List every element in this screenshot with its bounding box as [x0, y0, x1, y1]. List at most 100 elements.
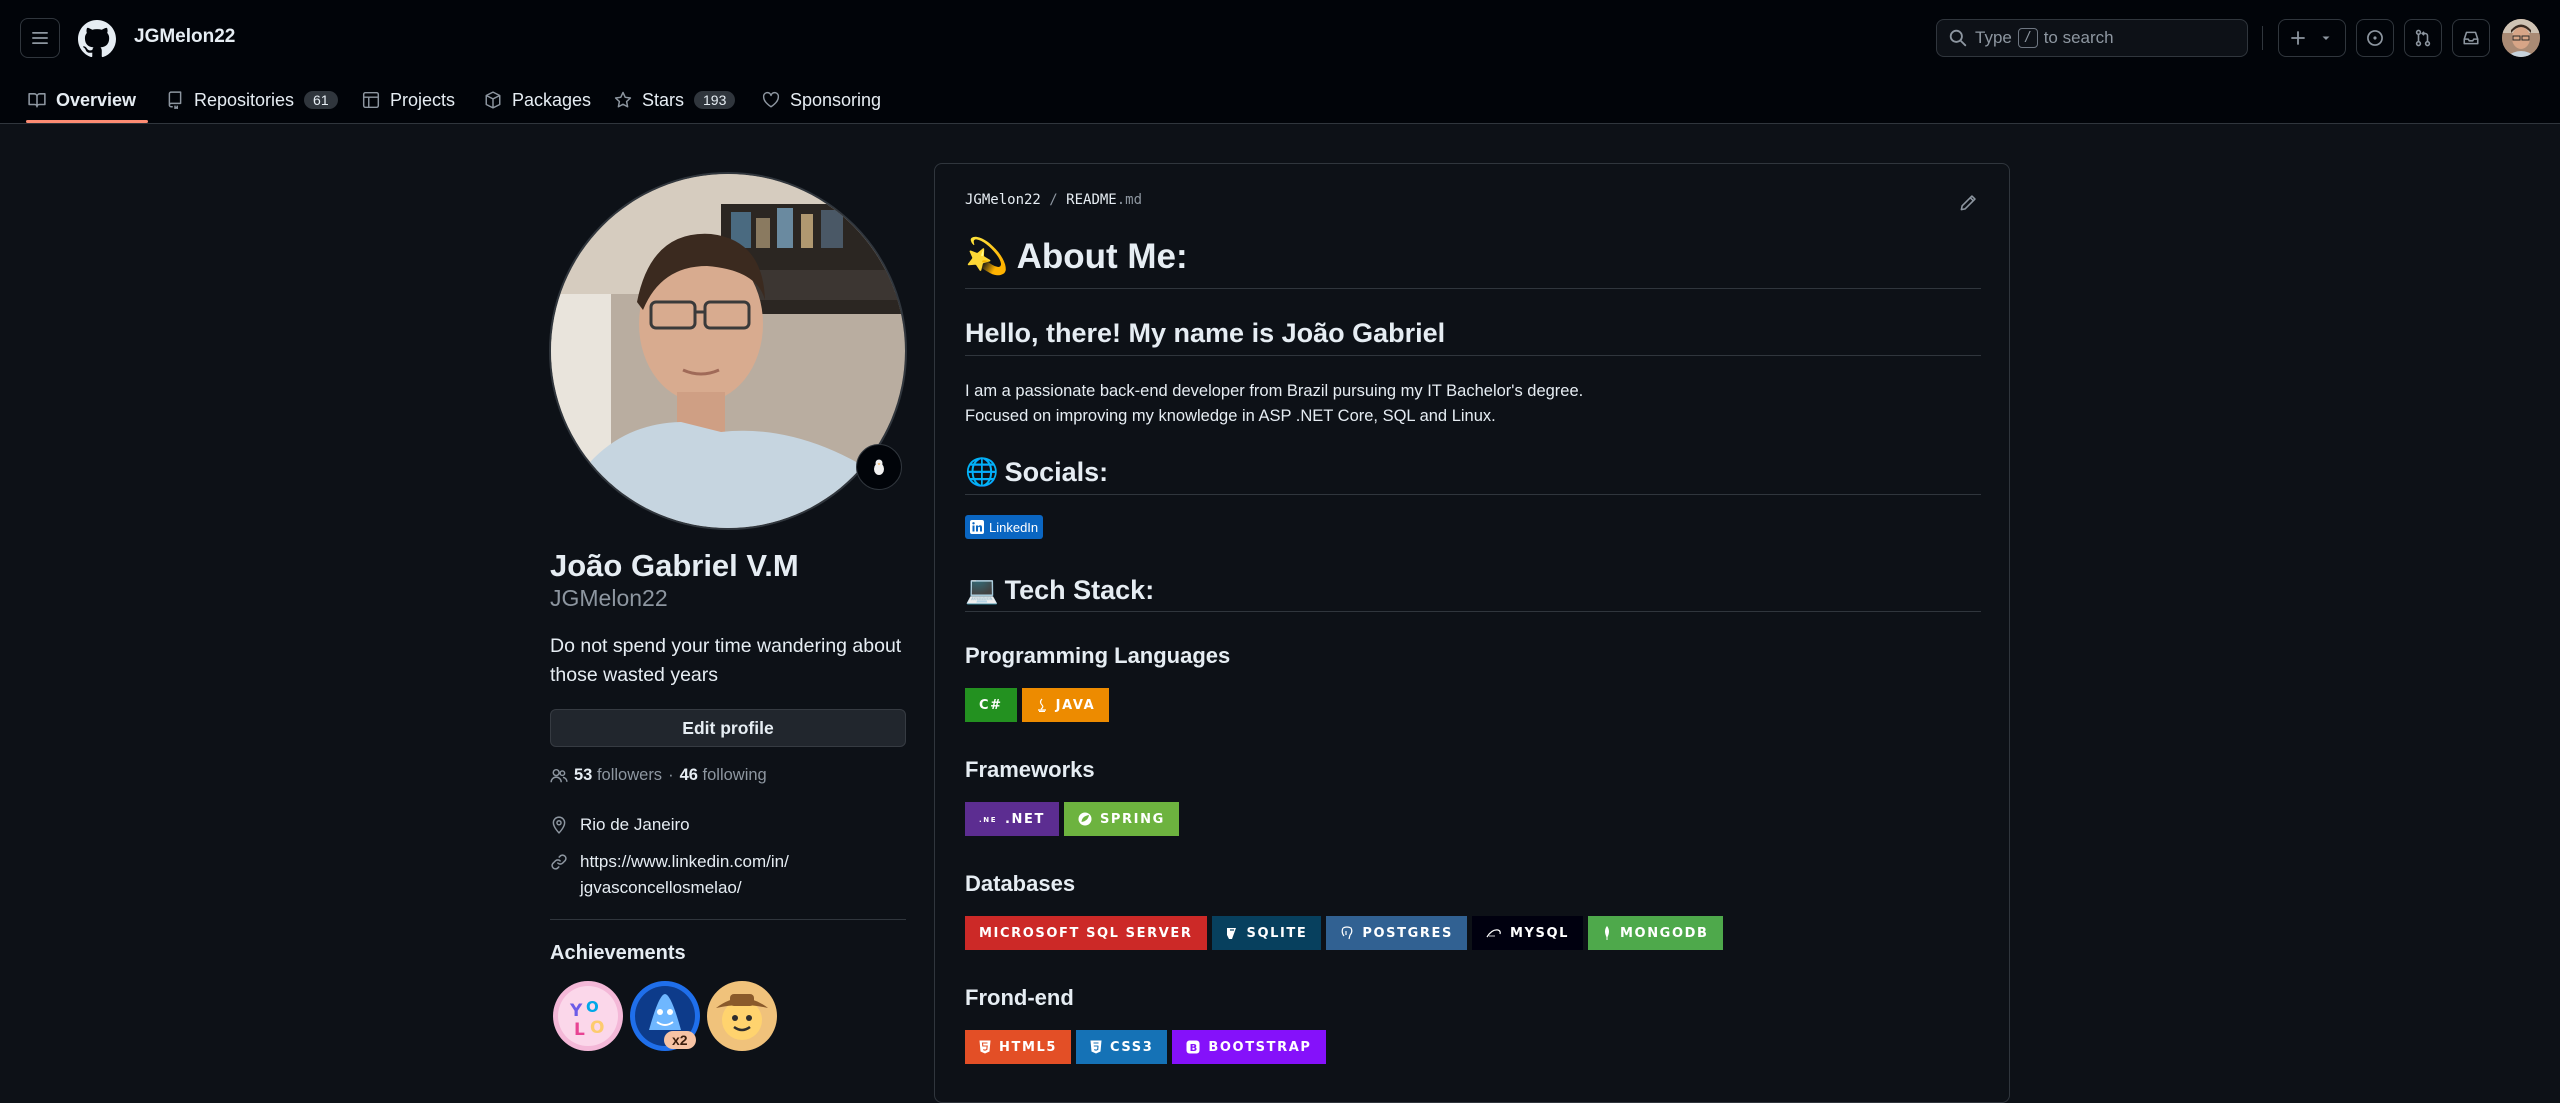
badge-postgres[interactable]: POSTGRES: [1326, 916, 1467, 950]
achievement-quickdraw-badge[interactable]: [706, 980, 778, 1052]
profile-avatar[interactable]: [549, 172, 907, 530]
badge-row-frameworks: .NET .NET SPRING: [965, 802, 1179, 836]
dizzy-emoji-icon: 💫: [965, 237, 1009, 276]
svg-text:Y: Y: [569, 1001, 583, 1021]
java-icon: [1037, 698, 1046, 712]
svg-text:O: O: [590, 1018, 604, 1038]
followers-count: 53: [574, 766, 593, 784]
badge-label: BOOTSTRAP: [1208, 1039, 1312, 1055]
followers-label: followers: [596, 766, 663, 784]
tab-packages[interactable]: Packages: [484, 76, 591, 124]
hamburger-icon: [32, 32, 48, 44]
badge-mssql[interactable]: MICROSOFT SQL SERVER: [965, 916, 1207, 950]
achievement-yolo-badge[interactable]: Y O L O: [552, 980, 624, 1052]
hello-heading: Hello, there! My name is João Gabriel: [965, 318, 1446, 348]
inbox-button[interactable]: [2452, 19, 2490, 57]
svg-text:B: B: [1190, 1043, 1199, 1054]
section-heading-databases: Databases: [965, 871, 1076, 896]
triangle-down-icon: [2322, 36, 2330, 40]
badge-mysql[interactable]: MYSQL: [1471, 916, 1583, 950]
following-link[interactable]: 46 following: [680, 766, 767, 785]
badge-label: MICROSOFT SQL SERVER: [979, 925, 1193, 941]
website-line-1[interactable]: https://www.linkedin.com/in/: [580, 849, 789, 875]
bootstrap-icon: B: [1186, 1040, 1200, 1054]
svg-text:.NET: .NET: [979, 816, 997, 824]
section-heading-frontend: Frond-end: [965, 985, 1074, 1010]
badge-dotnet[interactable]: .NET .NET: [965, 802, 1059, 836]
active-tab-indicator: [26, 120, 148, 123]
mysql-icon: [1486, 929, 1501, 938]
follow-separator: ·: [668, 766, 674, 784]
linkedin-icon: [970, 520, 984, 534]
status-emoji-button[interactable]: [856, 444, 902, 490]
plus-icon: [2291, 31, 2305, 45]
issue-opened-icon: [2367, 30, 2383, 46]
linkedin-badge[interactable]: LinkedIn: [965, 515, 1044, 539]
badge-label: C#: [979, 697, 1003, 713]
repo-icon: [168, 91, 182, 109]
pull-requests-button[interactable]: [2404, 19, 2442, 57]
github-logo-icon[interactable]: [78, 20, 116, 58]
issues-button[interactable]: [2356, 19, 2394, 57]
dotnet-icon: .NET: [979, 816, 997, 824]
search-placeholder-after: to search: [2043, 28, 2114, 47]
profile-location: Rio de Janeiro: [550, 815, 690, 835]
website-line-2[interactable]: jgvasconcellosmelao/: [580, 875, 789, 901]
status-icon: [874, 459, 884, 475]
profile-bio: Do not spend your time wandering about t…: [550, 635, 902, 686]
tab-overview[interactable]: Overview: [28, 76, 136, 124]
search-input[interactable]: Type / to search: [1936, 19, 2248, 57]
heading-rule: [965, 611, 1981, 612]
tab-repositories[interactable]: Repositories 61: [166, 76, 338, 124]
following-label: following: [702, 766, 767, 784]
location-icon: [552, 816, 566, 834]
intro-paragraph: I am a passionate back-end developer fro…: [965, 379, 1583, 429]
tab-sponsoring[interactable]: Sponsoring: [762, 76, 881, 124]
profile-website[interactable]: https://www.linkedin.com/in/ jgvasconcel…: [550, 849, 789, 901]
badge-css3[interactable]: CSS3: [1076, 1030, 1168, 1064]
badge-label: SQLITE: [1246, 925, 1308, 941]
about-title: About Me:: [1016, 236, 1188, 276]
badge-csharp[interactable]: C#: [965, 688, 1017, 722]
followers-link[interactable]: 53 followers: [574, 766, 662, 785]
tab-label: Sponsoring: [790, 89, 882, 110]
tech-stack-title: Tech Stack:: [1004, 574, 1155, 605]
readme-file-ext: .md: [1116, 192, 1143, 208]
badge-label: HTML5: [999, 1039, 1058, 1055]
achievements-heading[interactable]: Achievements: [550, 942, 686, 965]
edit-profile-button[interactable]: Edit profile: [550, 709, 906, 747]
tech-stack-heading: 💻 Tech Stack:: [965, 574, 1154, 606]
sqlite-icon: [1226, 928, 1236, 939]
top-bar: JGMelon22 Type / to search: [0, 0, 2560, 76]
edit-readme-button[interactable]: [1959, 194, 1977, 212]
pencil-icon: [1960, 195, 1976, 211]
tab-projects[interactable]: Projects: [362, 76, 455, 124]
stars-count-badge: 193: [694, 91, 736, 109]
badge-spring[interactable]: SPRING: [1063, 802, 1179, 836]
badge-label: MYSQL: [1509, 925, 1569, 941]
follow-stats: 53 followers · 46 following: [550, 766, 767, 785]
badge-mongodb[interactable]: MONGODB: [1588, 916, 1723, 950]
tab-stars[interactable]: Stars 193: [614, 76, 736, 124]
link-icon: [551, 854, 567, 870]
badge-java[interactable]: JAVA: [1021, 688, 1110, 722]
readme-card: JGMelon22 / README.md 💫 About Me: Hello,…: [934, 163, 2010, 1103]
intro-line-2: Focused on improving my knowledge in ASP…: [965, 407, 1496, 425]
book-icon: [28, 93, 46, 108]
badge-label: MONGODB: [1620, 925, 1709, 941]
header-username[interactable]: JGMelon22: [134, 26, 235, 48]
badge-bootstrap[interactable]: B BOOTSTRAP: [1172, 1030, 1326, 1064]
badge-html5[interactable]: HTML5: [965, 1030, 1072, 1064]
socials-heading: 🌐 Socials:: [965, 456, 1108, 488]
user-avatar-button[interactable]: [2502, 19, 2540, 57]
readme-file-base: README: [1066, 192, 1117, 208]
globe-emoji-icon: 🌐: [965, 457, 999, 487]
menu-button[interactable]: [20, 18, 60, 58]
tab-label: Stars: [642, 89, 685, 110]
location-text: Rio de Janeiro: [580, 815, 690, 834]
readme-owner-link[interactable]: JGMelon22: [965, 192, 1041, 208]
css3-icon: [1090, 1040, 1102, 1054]
profile-full-name: João Gabriel V.M: [550, 548, 799, 583]
badge-sqlite[interactable]: SQLITE: [1211, 916, 1322, 950]
create-new-button[interactable]: [2278, 19, 2346, 57]
